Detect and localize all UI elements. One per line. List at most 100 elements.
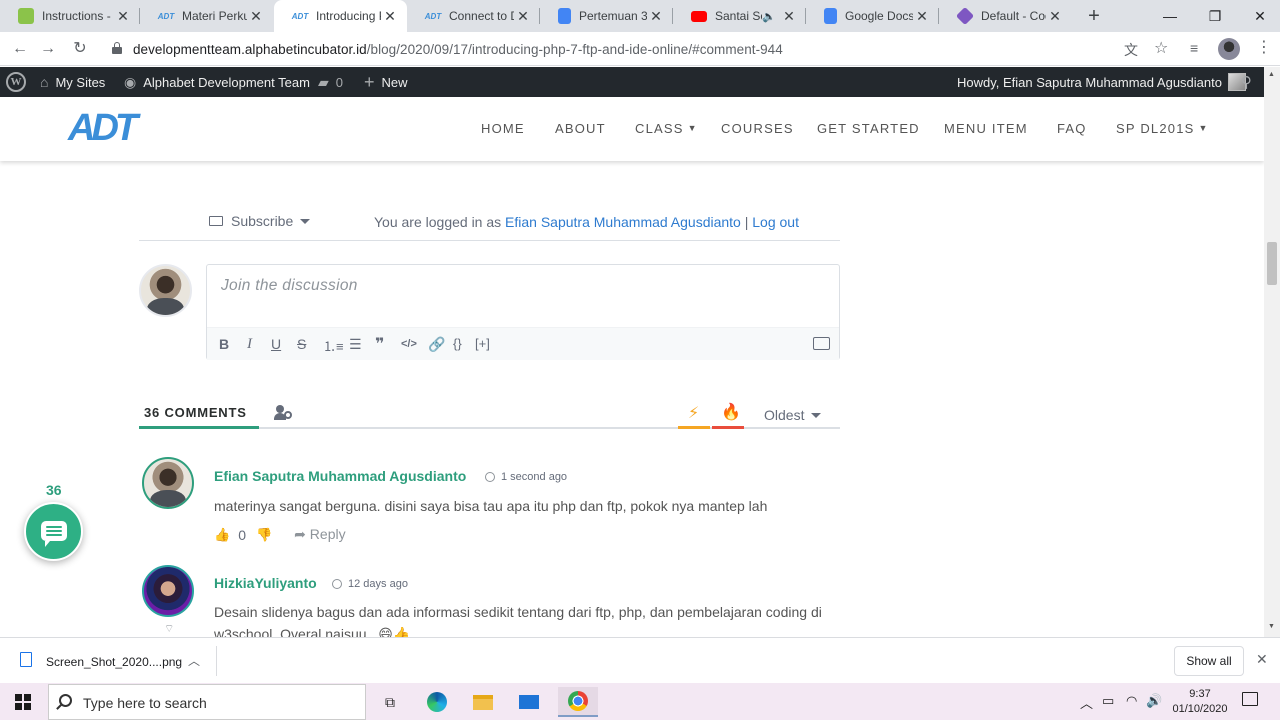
comment-timestamp[interactable]: 1 second ago bbox=[485, 471, 567, 483]
nav-courses[interactable]: COURSES bbox=[721, 121, 794, 136]
comment-timestamp[interactable]: 12 days ago bbox=[332, 578, 408, 590]
comment-avatar[interactable] bbox=[142, 457, 194, 509]
close-icon[interactable]: ✕ bbox=[780, 8, 798, 25]
bold-icon[interactable]: B bbox=[219, 336, 229, 352]
current-user-avatar[interactable] bbox=[139, 264, 192, 317]
nav-class[interactable]: CLASS ▼ bbox=[635, 121, 698, 136]
volume-icon[interactable]: 🔊 bbox=[1146, 693, 1162, 709]
code-icon[interactable]: </> bbox=[401, 338, 417, 350]
nav-home[interactable]: HOME bbox=[481, 121, 525, 136]
close-icon[interactable]: ✕ bbox=[114, 8, 132, 25]
nav-faq[interactable]: FAQ bbox=[1057, 121, 1087, 136]
nav-menu-item[interactable]: MENU ITEM bbox=[944, 121, 1028, 136]
close-icon[interactable]: ✕ bbox=[381, 8, 399, 25]
nav-about[interactable]: ABOUT bbox=[555, 121, 606, 136]
show-all-button[interactable]: Show all bbox=[1174, 646, 1244, 676]
minimize-button[interactable]: — bbox=[1158, 4, 1182, 28]
window-close-button[interactable]: ✕ bbox=[1248, 4, 1272, 28]
braces-icon[interactable]: {} bbox=[453, 336, 462, 351]
download-item[interactable]: Screen_Shot_2020....png bbox=[46, 655, 182, 669]
close-icon[interactable]: ✕ bbox=[247, 8, 265, 25]
user-settings-icon[interactable] bbox=[274, 405, 292, 421]
wifi-icon[interactable]: ◠ bbox=[1126, 693, 1137, 709]
new-content-link[interactable]: + New bbox=[364, 67, 408, 97]
scrollbar-thumb[interactable] bbox=[1267, 242, 1277, 285]
forward-button[interactable]: → bbox=[36, 37, 60, 61]
tab-instructions[interactable]: Instructions - Res ✕ bbox=[0, 0, 140, 32]
tab-materi[interactable]: ADT Materi Perkuliaha ✕ bbox=[140, 0, 273, 32]
bookmark-star-icon[interactable]: ☆ bbox=[1154, 38, 1168, 58]
close-icon[interactable]: ✕ bbox=[514, 8, 532, 25]
tab-introducing-php[interactable]: ADT Introducing PHP 7 ✕ bbox=[274, 0, 407, 32]
chevron-up-icon[interactable]: ︿ bbox=[188, 652, 200, 669]
address-bar[interactable]: developmentteam.alphabetincubator.id/blo… bbox=[104, 35, 1180, 63]
image-upload-icon[interactable] bbox=[813, 337, 830, 350]
floating-comments-button[interactable] bbox=[24, 502, 83, 561]
edge-icon[interactable] bbox=[422, 687, 452, 717]
taskbar-search[interactable]: Type here to search bbox=[48, 684, 366, 720]
profile-avatar[interactable] bbox=[1218, 38, 1240, 60]
close-icon[interactable]: ✕ bbox=[913, 8, 931, 25]
notifications-icon[interactable] bbox=[1242, 692, 1258, 706]
windows-start-icon[interactable] bbox=[15, 694, 31, 710]
tab-pertemuan[interactable]: Pertemuan 3 - Go ✕ bbox=[540, 0, 673, 32]
logout-link[interactable]: Log out bbox=[752, 214, 799, 230]
page-scrollbar[interactable]: ▲ ▼ bbox=[1264, 67, 1280, 637]
close-icon[interactable]: ✕ bbox=[1256, 651, 1268, 668]
file-explorer-icon[interactable] bbox=[468, 687, 498, 717]
flame-icon[interactable]: 🔥 bbox=[721, 402, 741, 422]
comment-avatar[interactable] bbox=[142, 565, 194, 617]
battery-icon[interactable]: ▭ bbox=[1102, 693, 1114, 709]
close-icon[interactable]: ✕ bbox=[1046, 8, 1064, 25]
back-button[interactable]: ← bbox=[8, 37, 32, 61]
file-icon[interactable] bbox=[20, 652, 32, 667]
nav-get-started[interactable]: GET STARTED bbox=[817, 121, 920, 136]
lightning-icon[interactable]: ⚡ bbox=[688, 403, 699, 423]
downvote-icon[interactable]: 👎 bbox=[256, 527, 272, 543]
reading-list-icon[interactable]: ≡ bbox=[1190, 40, 1198, 56]
italic-icon[interactable]: I bbox=[247, 336, 252, 353]
comment-composer[interactable]: Join the discussion B I U S ⒈≡ ☰ ❞ </> 🔗… bbox=[206, 264, 840, 360]
my-sites-link[interactable]: ⌂ My Sites bbox=[40, 67, 105, 97]
mail-icon[interactable] bbox=[514, 687, 544, 717]
translate-icon[interactable]: ⽂ bbox=[1124, 40, 1138, 60]
reload-button[interactable]: ↻ bbox=[68, 37, 92, 61]
lock-icon[interactable] bbox=[112, 42, 122, 54]
menu-kebab-icon[interactable]: ⋮ bbox=[1256, 37, 1272, 57]
rss-icon[interactable]: ⌔ bbox=[164, 622, 174, 636]
howdy-account-link[interactable]: Howdy, Efian Saputra Muhammad Agusdianto bbox=[957, 67, 1246, 97]
user-profile-link[interactable]: Efian Saputra Muhammad Agusdianto bbox=[505, 214, 741, 230]
tab-codeanywhere[interactable]: Default - Codea ✕ bbox=[939, 0, 1072, 32]
ordered-list-icon[interactable]: ⒈≡ bbox=[323, 336, 344, 355]
quote-icon[interactable]: ❞ bbox=[375, 334, 384, 354]
underline-icon[interactable]: U bbox=[271, 336, 281, 352]
strikethrough-icon[interactable]: S bbox=[297, 336, 306, 352]
sort-dropdown[interactable]: Oldest bbox=[764, 407, 822, 423]
comments-link[interactable]: ▰ 0 bbox=[318, 67, 343, 97]
new-tab-button[interactable]: + bbox=[1082, 4, 1106, 28]
tab-google-docs[interactable]: Google Docs ✕ bbox=[806, 0, 939, 32]
tab-santai[interactable]: Santai Sejen 🔈 ✕ bbox=[673, 0, 806, 32]
speaker-icon[interactable]: 🔈 bbox=[762, 10, 776, 23]
link-icon[interactable]: 🔗 bbox=[428, 336, 445, 353]
search-icon[interactable]: ⚲ bbox=[1241, 67, 1252, 97]
task-view-icon[interactable]: ⧉ bbox=[375, 687, 405, 717]
comment-author[interactable]: Efian Saputra Muhammad Agusdianto bbox=[214, 468, 466, 484]
restore-button[interactable]: ❐ bbox=[1203, 4, 1227, 28]
close-icon[interactable]: ✕ bbox=[647, 8, 665, 25]
system-clock[interactable]: 9:37 01/10/2020 bbox=[1170, 687, 1230, 717]
comments-count-tab[interactable]: 36 COMMENTS bbox=[144, 405, 247, 420]
chevron-up-icon[interactable]: ︿ bbox=[1080, 693, 1093, 712]
comment-author[interactable]: HizkiaYuliyanto bbox=[214, 575, 317, 591]
subscribe-button[interactable]: Subscribe bbox=[209, 213, 311, 229]
site-name-link[interactable]: ◉ Alphabet Development Team bbox=[124, 67, 310, 97]
tab-connect[interactable]: ADT Connect to Data ✕ bbox=[407, 0, 540, 32]
spoiler-icon[interactable]: [+] bbox=[475, 336, 490, 351]
bullet-list-icon[interactable]: ☰ bbox=[349, 336, 362, 353]
nav-sp-dl201s[interactable]: SP DL201S ▼ bbox=[1116, 121, 1209, 136]
site-logo[interactable]: ADT bbox=[68, 107, 138, 150]
reply-button[interactable]: ➦ Reply bbox=[294, 526, 345, 543]
upvote-icon[interactable]: 👍 bbox=[214, 527, 230, 543]
chrome-icon[interactable] bbox=[558, 687, 598, 717]
wordpress-logo-icon[interactable]: W bbox=[6, 67, 26, 97]
